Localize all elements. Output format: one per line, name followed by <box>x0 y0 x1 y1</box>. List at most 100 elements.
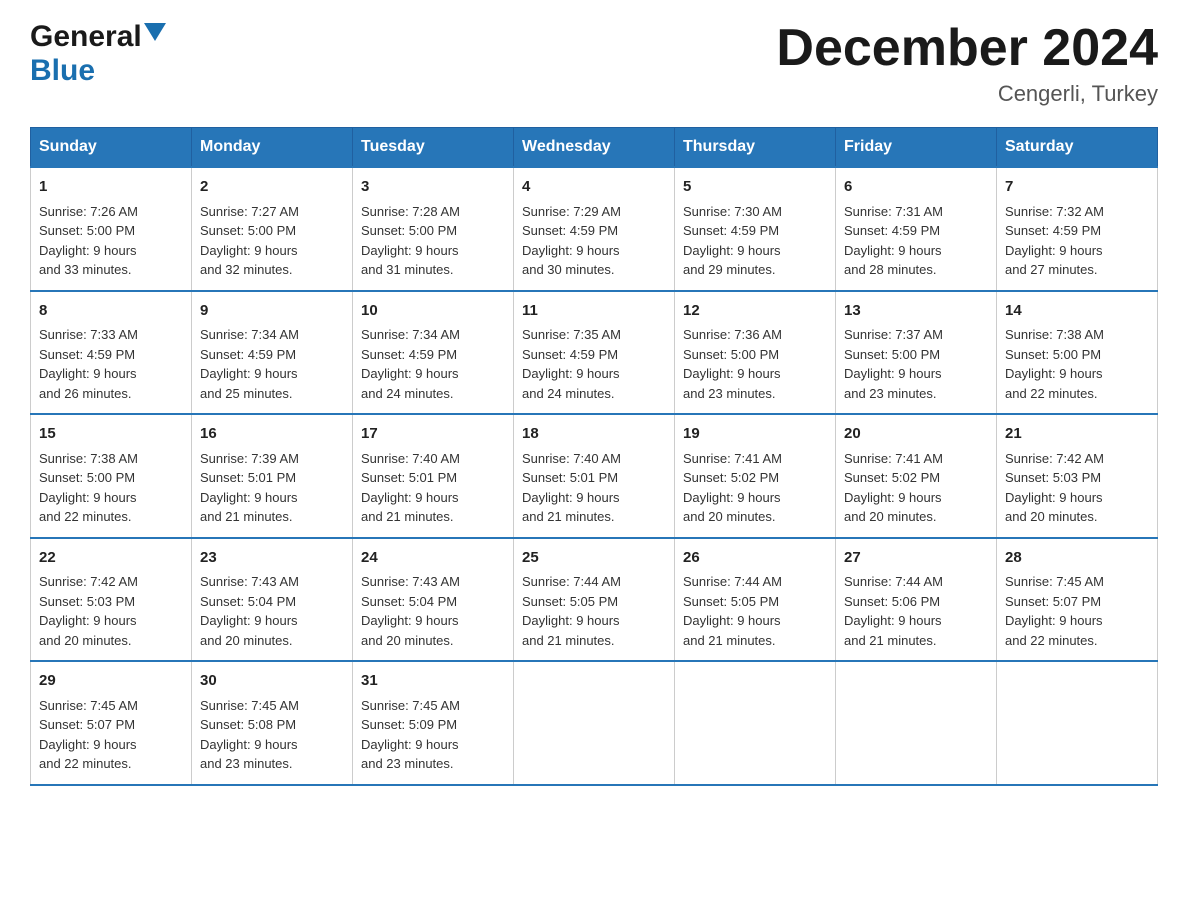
day-info: Sunrise: 7:45 AMSunset: 5:07 PMDaylight:… <box>39 696 183 774</box>
month-title: December 2024 <box>776 20 1158 77</box>
day-number: 14 <box>1005 300 1149 323</box>
calendar-cell: 12 Sunrise: 7:36 AMSunset: 5:00 PMDaylig… <box>675 291 836 415</box>
day-info: Sunrise: 7:45 AMSunset: 5:08 PMDaylight:… <box>200 696 344 774</box>
day-number: 3 <box>361 176 505 199</box>
day-info: Sunrise: 7:33 AMSunset: 4:59 PMDaylight:… <box>39 325 183 403</box>
title-block: December 2024 Cengerli, Turkey <box>776 20 1158 107</box>
calendar-cell: 17 Sunrise: 7:40 AMSunset: 5:01 PMDaylig… <box>353 414 514 538</box>
calendar-cell <box>836 661 997 785</box>
calendar-cell: 14 Sunrise: 7:38 AMSunset: 5:00 PMDaylig… <box>997 291 1158 415</box>
day-number: 24 <box>361 547 505 570</box>
day-info: Sunrise: 7:37 AMSunset: 5:00 PMDaylight:… <box>844 325 988 403</box>
logo-blue-text: Blue <box>30 54 95 87</box>
calendar-cell: 4 Sunrise: 7:29 AMSunset: 4:59 PMDayligh… <box>514 167 675 291</box>
day-info: Sunrise: 7:30 AMSunset: 4:59 PMDaylight:… <box>683 202 827 280</box>
day-number: 12 <box>683 300 827 323</box>
day-number: 30 <box>200 670 344 693</box>
calendar-cell: 20 Sunrise: 7:41 AMSunset: 5:02 PMDaylig… <box>836 414 997 538</box>
calendar-cell: 11 Sunrise: 7:35 AMSunset: 4:59 PMDaylig… <box>514 291 675 415</box>
header-row: Sunday Monday Tuesday Wednesday Thursday… <box>31 128 1158 168</box>
col-sunday: Sunday <box>31 128 192 168</box>
day-info: Sunrise: 7:44 AMSunset: 5:05 PMDaylight:… <box>522 572 666 650</box>
calendar-cell: 13 Sunrise: 7:37 AMSunset: 5:00 PMDaylig… <box>836 291 997 415</box>
calendar-cell: 6 Sunrise: 7:31 AMSunset: 4:59 PMDayligh… <box>836 167 997 291</box>
day-info: Sunrise: 7:29 AMSunset: 4:59 PMDaylight:… <box>522 202 666 280</box>
day-number: 1 <box>39 176 183 199</box>
day-number: 15 <box>39 423 183 446</box>
calendar-cell: 26 Sunrise: 7:44 AMSunset: 5:05 PMDaylig… <box>675 538 836 662</box>
logo-general-text: General <box>30 20 142 54</box>
col-wednesday: Wednesday <box>514 128 675 168</box>
day-number: 7 <box>1005 176 1149 199</box>
calendar-cell: 15 Sunrise: 7:38 AMSunset: 5:00 PMDaylig… <box>31 414 192 538</box>
calendar-table: Sunday Monday Tuesday Wednesday Thursday… <box>30 127 1158 786</box>
day-info: Sunrise: 7:41 AMSunset: 5:02 PMDaylight:… <box>683 449 827 527</box>
calendar-cell: 9 Sunrise: 7:34 AMSunset: 4:59 PMDayligh… <box>192 291 353 415</box>
day-number: 16 <box>200 423 344 446</box>
day-info: Sunrise: 7:39 AMSunset: 5:01 PMDaylight:… <box>200 449 344 527</box>
calendar-cell: 30 Sunrise: 7:45 AMSunset: 5:08 PMDaylig… <box>192 661 353 785</box>
calendar-cell <box>514 661 675 785</box>
day-number: 23 <box>200 547 344 570</box>
day-info: Sunrise: 7:44 AMSunset: 5:06 PMDaylight:… <box>844 572 988 650</box>
day-info: Sunrise: 7:42 AMSunset: 5:03 PMDaylight:… <box>39 572 183 650</box>
day-number: 31 <box>361 670 505 693</box>
day-number: 19 <box>683 423 827 446</box>
day-number: 4 <box>522 176 666 199</box>
page-header: General Blue December 2024 Cengerli, Tur… <box>30 20 1158 107</box>
calendar-cell: 24 Sunrise: 7:43 AMSunset: 5:04 PMDaylig… <box>353 538 514 662</box>
calendar-body: 1 Sunrise: 7:26 AMSunset: 5:00 PMDayligh… <box>31 167 1158 785</box>
calendar-cell: 19 Sunrise: 7:41 AMSunset: 5:02 PMDaylig… <box>675 414 836 538</box>
calendar-week-3: 15 Sunrise: 7:38 AMSunset: 5:00 PMDaylig… <box>31 414 1158 538</box>
col-tuesday: Tuesday <box>353 128 514 168</box>
calendar-cell: 25 Sunrise: 7:44 AMSunset: 5:05 PMDaylig… <box>514 538 675 662</box>
day-info: Sunrise: 7:41 AMSunset: 5:02 PMDaylight:… <box>844 449 988 527</box>
logo-arrow-icon <box>144 23 166 50</box>
calendar-cell: 3 Sunrise: 7:28 AMSunset: 5:00 PMDayligh… <box>353 167 514 291</box>
day-number: 22 <box>39 547 183 570</box>
day-info: Sunrise: 7:28 AMSunset: 5:00 PMDaylight:… <box>361 202 505 280</box>
calendar-week-2: 8 Sunrise: 7:33 AMSunset: 4:59 PMDayligh… <box>31 291 1158 415</box>
day-info: Sunrise: 7:38 AMSunset: 5:00 PMDaylight:… <box>39 449 183 527</box>
day-info: Sunrise: 7:45 AMSunset: 5:07 PMDaylight:… <box>1005 572 1149 650</box>
day-number: 11 <box>522 300 666 323</box>
calendar-cell: 21 Sunrise: 7:42 AMSunset: 5:03 PMDaylig… <box>997 414 1158 538</box>
day-info: Sunrise: 7:35 AMSunset: 4:59 PMDaylight:… <box>522 325 666 403</box>
location: Cengerli, Turkey <box>776 81 1158 107</box>
day-info: Sunrise: 7:38 AMSunset: 5:00 PMDaylight:… <box>1005 325 1149 403</box>
day-number: 5 <box>683 176 827 199</box>
col-thursday: Thursday <box>675 128 836 168</box>
day-number: 8 <box>39 300 183 323</box>
calendar-week-5: 29 Sunrise: 7:45 AMSunset: 5:07 PMDaylig… <box>31 661 1158 785</box>
col-saturday: Saturday <box>997 128 1158 168</box>
day-number: 18 <box>522 423 666 446</box>
day-info: Sunrise: 7:34 AMSunset: 4:59 PMDaylight:… <box>361 325 505 403</box>
calendar-cell: 16 Sunrise: 7:39 AMSunset: 5:01 PMDaylig… <box>192 414 353 538</box>
day-number: 9 <box>200 300 344 323</box>
logo: General Blue <box>30 20 166 88</box>
calendar-cell: 8 Sunrise: 7:33 AMSunset: 4:59 PMDayligh… <box>31 291 192 415</box>
calendar-cell <box>675 661 836 785</box>
calendar-header: Sunday Monday Tuesday Wednesday Thursday… <box>31 128 1158 168</box>
day-number: 26 <box>683 547 827 570</box>
day-info: Sunrise: 7:36 AMSunset: 5:00 PMDaylight:… <box>683 325 827 403</box>
day-number: 20 <box>844 423 988 446</box>
calendar-cell: 22 Sunrise: 7:42 AMSunset: 5:03 PMDaylig… <box>31 538 192 662</box>
calendar-week-4: 22 Sunrise: 7:42 AMSunset: 5:03 PMDaylig… <box>31 538 1158 662</box>
day-info: Sunrise: 7:45 AMSunset: 5:09 PMDaylight:… <box>361 696 505 774</box>
day-info: Sunrise: 7:34 AMSunset: 4:59 PMDaylight:… <box>200 325 344 403</box>
day-number: 29 <box>39 670 183 693</box>
day-info: Sunrise: 7:31 AMSunset: 4:59 PMDaylight:… <box>844 202 988 280</box>
calendar-cell <box>997 661 1158 785</box>
calendar-cell: 1 Sunrise: 7:26 AMSunset: 5:00 PMDayligh… <box>31 167 192 291</box>
calendar-cell: 27 Sunrise: 7:44 AMSunset: 5:06 PMDaylig… <box>836 538 997 662</box>
calendar-cell: 2 Sunrise: 7:27 AMSunset: 5:00 PMDayligh… <box>192 167 353 291</box>
calendar-cell: 10 Sunrise: 7:34 AMSunset: 4:59 PMDaylig… <box>353 291 514 415</box>
calendar-cell: 18 Sunrise: 7:40 AMSunset: 5:01 PMDaylig… <box>514 414 675 538</box>
day-number: 17 <box>361 423 505 446</box>
day-info: Sunrise: 7:26 AMSunset: 5:00 PMDaylight:… <box>39 202 183 280</box>
calendar-cell: 28 Sunrise: 7:45 AMSunset: 5:07 PMDaylig… <box>997 538 1158 662</box>
col-monday: Monday <box>192 128 353 168</box>
day-number: 28 <box>1005 547 1149 570</box>
calendar-cell: 23 Sunrise: 7:43 AMSunset: 5:04 PMDaylig… <box>192 538 353 662</box>
